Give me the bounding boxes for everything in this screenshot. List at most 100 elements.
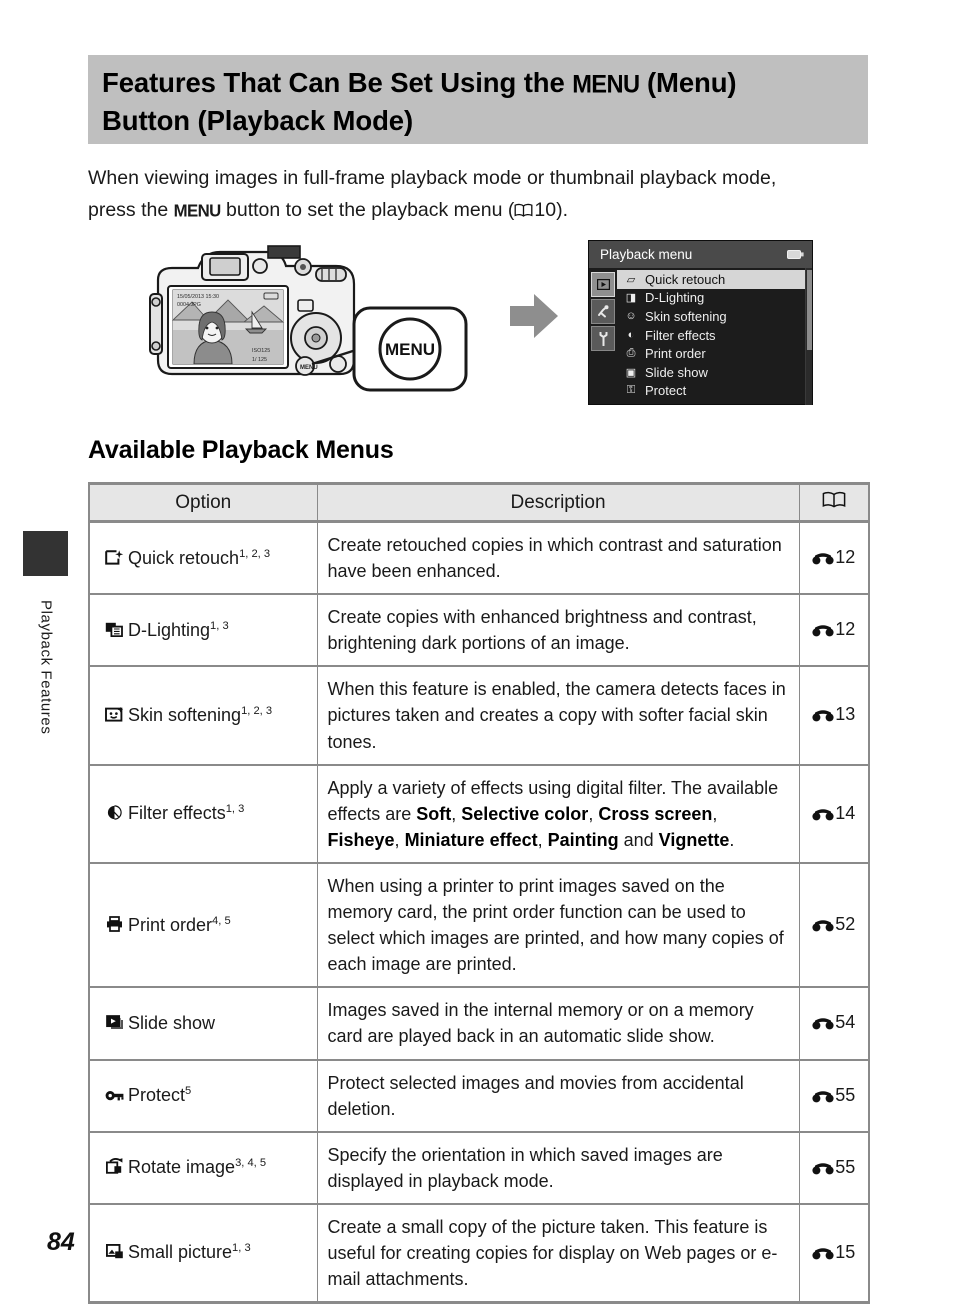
lcd-item-label: Slide show [645, 364, 708, 380]
playback-menus-table-wrapper: Option Description Quick retouch1, 2, 3 … [88, 482, 870, 1305]
effect-fisheye: Fisheye [327, 829, 395, 850]
reference-section-icon [812, 546, 834, 572]
lcd-tab-wireless[interactable] [591, 299, 615, 324]
table-row: Rotate image3, 4, 5 Specify the orientat… [88, 1131, 870, 1205]
reference-cell: 55 [798, 1059, 870, 1133]
description-cell: Create copies with enhanced brightness a… [316, 594, 800, 668]
reference-number: 14 [835, 802, 856, 823]
protect-icon: ⚿ [626, 384, 636, 397]
option-label: Rotate image [128, 1157, 236, 1178]
reference-section-icon [812, 913, 834, 939]
lcd-file-text: 0004.JPG [177, 302, 201, 308]
option-label: Small picture [128, 1242, 233, 1263]
lcd-scrollbar[interactable] [805, 268, 812, 405]
reference-number: 12 [835, 619, 856, 640]
d-lighting-icon: ◨ [625, 292, 637, 305]
option-label: Filter effects [128, 803, 226, 824]
lcd-item-protect[interactable]: ⚿ Protect [617, 382, 805, 401]
option-footnote: 1, 2, 3 [239, 547, 271, 560]
reference-number: 55 [835, 1156, 856, 1177]
effect-painting: Painting [547, 829, 619, 850]
option-label: D-Lighting [128, 619, 211, 640]
protect-icon [104, 1083, 125, 1109]
lcd-tab-setup[interactable] [591, 326, 615, 351]
option-cell: Protect5 [88, 1059, 318, 1133]
chapter-side-label: Playback Features [14, 600, 78, 820]
reference-cell: 15 [798, 1203, 870, 1305]
menu-button-glyph-inline: MENU [173, 200, 222, 221]
reference-cell: 12 [798, 521, 870, 596]
effect-selective-color: Selective color [461, 803, 589, 824]
option-footnote: 1, 3 [210, 619, 229, 632]
reference-number: 12 [835, 547, 856, 568]
table-row: Quick retouch1, 2, 3 Create retouched co… [88, 521, 870, 596]
lcd-item-skin-softening[interactable]: ☺ Skin softening [617, 307, 805, 326]
effect-soft: Soft [416, 803, 452, 824]
chapter-tab-marker [23, 531, 68, 576]
effect-cross-screen: Cross screen [598, 803, 713, 824]
page-header-band: Features That Can Be Set Using the MENU … [88, 55, 868, 144]
lcd-item-filter-effects[interactable]: ◐ Filter effects [617, 326, 805, 345]
option-footnote: 5 [185, 1085, 192, 1098]
arrow-right-icon [510, 294, 558, 338]
reference-cell: 13 [798, 666, 870, 766]
effect-miniature: Miniature effect [404, 829, 538, 850]
skin-softening-icon [104, 703, 125, 729]
lcd-date-text: 15/05/2013 15:30 [177, 294, 219, 300]
quick-retouch-icon [104, 546, 125, 572]
option-cell: D-Lighting1, 3 [88, 594, 318, 668]
lcd-item-label: Quick retouch [645, 271, 726, 287]
filter-effects-icon [104, 801, 125, 827]
lcd-item-label: Print order [645, 346, 706, 362]
description-cell: Apply a variety of effects using digital… [316, 764, 800, 864]
description-cell: Create a small copy of the picture taken… [316, 1203, 800, 1305]
lcd-item-quick-retouch[interactable]: ▱ Quick retouch [617, 270, 805, 289]
effect-vignette: Vignette [658, 829, 730, 850]
lcd-item-label: D-Lighting [645, 290, 705, 306]
reference-section-icon [812, 802, 834, 828]
reference-cell: 14 [798, 764, 870, 864]
reference-number: 54 [835, 1012, 856, 1033]
option-label: Quick retouch [128, 547, 240, 568]
option-cell: Quick retouch1, 2, 3 [88, 521, 318, 596]
d-lighting-icon [104, 618, 125, 644]
option-cell: Slide show [88, 987, 318, 1061]
column-header-reference [798, 482, 870, 523]
lcd-menu-title-text: Playback menu [600, 247, 693, 262]
option-footnote: 3, 4, 5 [235, 1157, 267, 1170]
lcd-tab-strip [589, 268, 617, 405]
svg-text:MENU: MENU [300, 365, 318, 371]
intro-line2-c: ). [556, 198, 568, 221]
table-row: Protect5 Protect selected images and mov… [88, 1059, 870, 1133]
intro-line1: When viewing images in full-frame playba… [88, 167, 777, 189]
book-icon [822, 491, 846, 513]
camera-lcd-playback-menu: Playback menu ▱ Quick retouch ◨ D-Lighting… [588, 240, 813, 405]
option-label: Print order [128, 914, 213, 935]
lcd-item-slide-show[interactable]: ▣ Slide show [617, 363, 805, 382]
small-picture-icon [104, 1240, 125, 1266]
section-heading: Available Playback Menus [88, 436, 394, 464]
option-cell: Print order4, 5 [88, 862, 318, 989]
description-cell: Protect selected images and movies from … [316, 1059, 800, 1133]
column-header-description: Description [316, 482, 800, 523]
lcd-item-print-order[interactable]: ⎙ Print order [617, 344, 805, 363]
reference-number: 13 [835, 704, 856, 725]
playback-menus-table: Option Description Quick retouch1, 2, 3 … [88, 482, 870, 1305]
battery-icon [787, 247, 804, 262]
rotate-image-icon [104, 1155, 125, 1181]
lcd-tab-playback[interactable] [591, 272, 615, 297]
description-cell: Specify the orientation in which saved i… [316, 1131, 800, 1205]
option-footnote: 1, 3 [225, 803, 245, 816]
menu-button-glyph: MENU [572, 71, 640, 99]
option-cell: Skin softening1, 2, 3 [88, 666, 318, 766]
page-title-part1: Features That Can Be Set Using the [102, 67, 573, 98]
lcd-item-d-lighting[interactable]: ◨ D-Lighting [617, 289, 805, 308]
page-number: 84 [47, 1228, 75, 1256]
table-row: Skin softening1, 2, 3 When this feature … [88, 666, 870, 766]
quick-retouch-icon: ▱ [626, 273, 636, 286]
lcd-shutter-text: 1/ 125 [252, 357, 267, 363]
option-cell: Small picture1, 3 [88, 1203, 318, 1305]
camera-rear-illustration: 15/05/2013 15:30 0004.JPG ISO125 1/ 125 … [149, 245, 468, 392]
option-cell: Filter effects1, 3 [88, 764, 318, 864]
slide-show-icon [104, 1011, 125, 1037]
